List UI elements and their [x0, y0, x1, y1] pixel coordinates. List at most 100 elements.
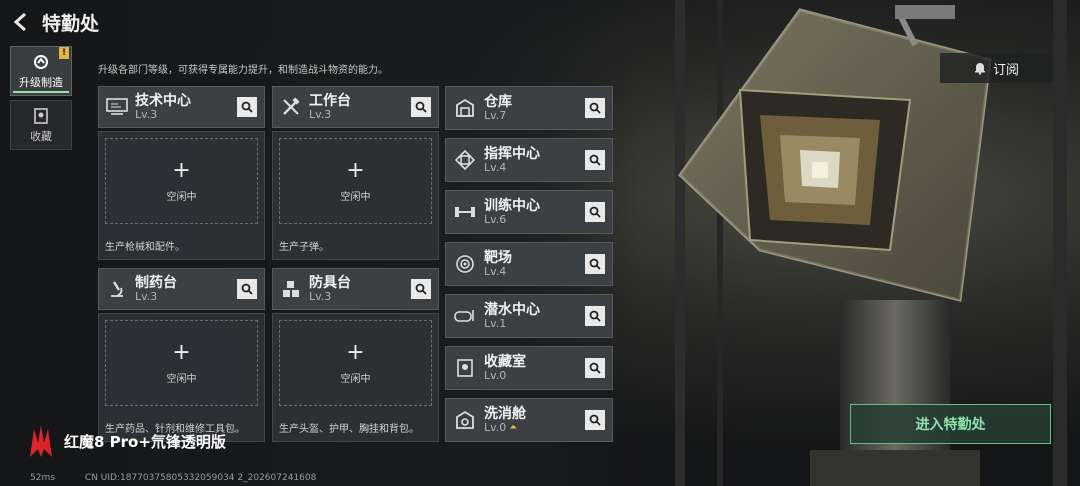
tools-icon: [273, 87, 309, 127]
facility-level: Lv.6: [484, 212, 507, 226]
production-slot[interactable]: + 空闲中: [279, 320, 432, 406]
search-button[interactable]: [585, 410, 605, 430]
production-slot[interactable]: + 空闲中: [105, 320, 258, 406]
tab-upgrade-craft[interactable]: ! 升级制造: [10, 46, 72, 96]
armor-boxes-icon: [273, 269, 309, 309]
search-button[interactable]: [237, 97, 257, 117]
page-title: 特勤处: [42, 12, 100, 35]
back-arrow-icon[interactable]: [10, 11, 32, 33]
search-button[interactable]: [585, 254, 605, 274]
production-panel-tech-center: + 空闲中 生产枪械和配件。: [98, 131, 265, 260]
slot-status: 空闲中: [340, 191, 371, 203]
facility-level: Lv.0: [484, 368, 507, 382]
search-button[interactable]: [411, 97, 431, 117]
watermark-text: 红魔8 Pro+氘锋透明版: [64, 432, 226, 451]
target-icon: [446, 243, 484, 285]
production-slot[interactable]: + 空闲中: [279, 138, 432, 224]
facility-item-decon-chamber[interactable]: 洗消舱 Lv.0 ⏶: [445, 398, 613, 442]
search-icon: [415, 283, 427, 295]
bell-icon: [974, 63, 985, 75]
tab-label: 升级制造: [19, 75, 63, 89]
slot-status: 空闲中: [340, 373, 371, 385]
slot-status: 空闲中: [166, 373, 197, 385]
facility-level: Lv.4: [484, 264, 507, 278]
search-icon: [241, 283, 253, 295]
tab-collection[interactable]: 收藏: [10, 100, 72, 150]
computer-icon: [99, 87, 135, 127]
facility-level: Lv.3: [135, 289, 158, 303]
facility-card-workbench[interactable]: 工作台 Lv.3: [272, 86, 439, 128]
enter-special-ops-button[interactable]: 进入特勤处: [850, 404, 1051, 444]
tab-label: 收藏: [30, 129, 52, 143]
decon-icon: [446, 399, 484, 441]
facility-item-collection-room[interactable]: 收藏室 Lv.0: [445, 346, 613, 390]
ping-readout: 52ms: [30, 473, 55, 483]
facility-level: Lv.3: [135, 107, 158, 121]
facility-card-armor-bench[interactable]: 防具台 Lv.3: [272, 268, 439, 310]
facility-name: 收藏室: [484, 353, 526, 370]
facility-description: 生产枪械和配件。: [105, 242, 185, 253]
subscribe-label: 订阅: [992, 62, 1019, 78]
subscribe-button[interactable]: 订阅: [940, 53, 1052, 83]
facility-card-tech-center[interactable]: 技术中心 Lv.3: [98, 86, 265, 128]
facility-level: Lv.7: [484, 108, 507, 122]
collection-icon: [34, 107, 48, 124]
facility-name: 技术中心: [135, 92, 191, 109]
search-icon: [589, 206, 601, 218]
facility-level: Lv.3: [309, 289, 332, 303]
search-icon: [589, 258, 601, 270]
intro-text: 升级各部门等级，可获得专属能力提升，和制造战斗物资的能力。: [98, 65, 388, 76]
add-icon: +: [172, 157, 191, 183]
facility-item-warehouse[interactable]: 仓库 Lv.7: [445, 86, 613, 130]
red-magic-logo-icon: [30, 425, 52, 457]
header: 特勤处: [10, 8, 99, 36]
facility-level: Lv.0: [484, 420, 507, 434]
search-icon: [241, 101, 253, 113]
uid-readout: CN UID:18770375805332059034 2_2026072416…: [84, 473, 317, 483]
notification-badge: !: [59, 47, 69, 59]
search-button[interactable]: [585, 306, 605, 326]
search-button[interactable]: [585, 150, 605, 170]
search-button[interactable]: [411, 279, 431, 299]
search-button[interactable]: [237, 279, 257, 299]
facility-description: 生产头盔、护甲、胸挂和背包。: [279, 424, 419, 435]
upgrade-arrow-icon: ⏶: [509, 422, 518, 434]
search-button[interactable]: [585, 98, 605, 118]
production-panel-armor-bench: + 空闲中 生产头盔、护甲、胸挂和背包。: [272, 313, 439, 442]
active-tab-indicator: [13, 91, 69, 93]
search-icon: [589, 310, 601, 322]
facility-level: Lv.4: [484, 160, 507, 174]
footer-info: 52ms CN UID:18770375805332059034 2_20260…: [30, 473, 316, 483]
search-button[interactable]: [585, 202, 605, 222]
facility-item-shooting-range[interactable]: 靶场 Lv.4: [445, 242, 613, 286]
search-icon: [589, 154, 601, 166]
upgrade-gear-icon: [34, 54, 48, 69]
search-icon: [589, 362, 601, 374]
facility-card-pharmacy[interactable]: 制药台 Lv.3: [98, 268, 265, 310]
enter-label: 进入特勤处: [915, 417, 986, 433]
production-slot[interactable]: + 空闲中: [105, 138, 258, 224]
search-button[interactable]: [585, 358, 605, 378]
facility-item-command-center[interactable]: 指挥中心 Lv.4: [445, 138, 613, 182]
facility-name: 防具台: [309, 274, 351, 291]
collection-icon: [446, 347, 484, 389]
facility-level: Lv.3: [309, 107, 332, 121]
facility-name: 指挥中心: [484, 145, 540, 162]
add-icon: +: [346, 157, 365, 183]
facility-name: 潜水中心: [484, 301, 540, 318]
add-icon: +: [172, 339, 191, 365]
facility-name: 制药台: [135, 274, 177, 291]
add-icon: +: [346, 339, 365, 365]
facility-description: 生产子弹。: [279, 242, 329, 253]
facility-level: Lv.1: [484, 316, 507, 330]
production-panel-workbench: + 空闲中 生产子弹。: [272, 131, 439, 260]
facility-item-diving-center[interactable]: 潜水中心 Lv.1: [445, 294, 613, 338]
facility-level-row: Lv.0 ⏶: [484, 420, 585, 435]
facility-item-training-center[interactable]: 训练中心 Lv.6: [445, 190, 613, 234]
search-icon: [589, 414, 601, 426]
facility-name: 靶场: [484, 249, 512, 266]
search-icon: [589, 102, 601, 114]
dumbbell-icon: [446, 191, 484, 233]
slot-status: 空闲中: [166, 191, 197, 203]
search-icon: [415, 101, 427, 113]
